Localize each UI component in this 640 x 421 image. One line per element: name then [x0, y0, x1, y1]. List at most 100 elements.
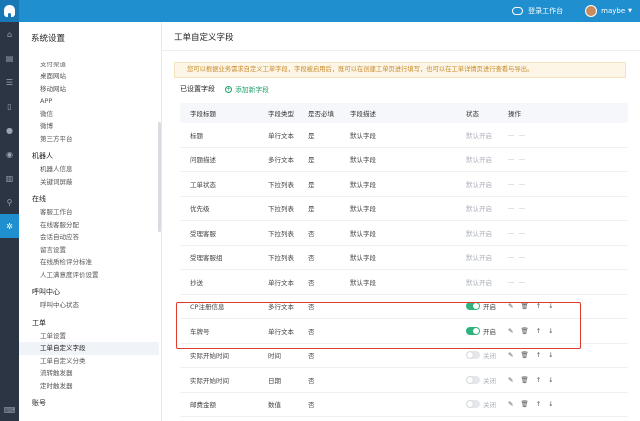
top-right-area: 登录工作台 maybe ▼ [512, 0, 632, 22]
workbench-link[interactable]: 登录工作台 [528, 6, 563, 16]
col-status-header: 状态 [466, 110, 479, 118]
delete-icon[interactable]: 🗑 [520, 376, 528, 384]
status-text: 默认开启 [466, 131, 492, 140]
search-icon[interactable]: ⚲ [0, 190, 19, 214]
toggle-knob [467, 401, 473, 408]
edit-icon[interactable]: ✎ [508, 327, 513, 335]
status-toggle[interactable] [466, 375, 480, 384]
sidebar-item[interactable]: 在线质检评分标准 [19, 256, 159, 269]
field-desc: 默认字段 [350, 229, 376, 238]
field-title: 实际开始时间 [190, 376, 229, 385]
main-panel: 工单自定义字段 您可以根据业务需求自定义工单字段，字段被启用后，既可以在创建工单… [162, 22, 640, 421]
sidebar-item[interactable]: 会话自动应答 [19, 231, 159, 244]
sidebar-item[interactable]: 工单自定义分类 [19, 355, 159, 368]
document-icon[interactable]: ▯ [0, 94, 19, 118]
status-toggle[interactable] [466, 326, 480, 335]
field-title: 邮费金额 [190, 401, 216, 410]
delete-icon[interactable]: 🗑 [520, 400, 528, 408]
sidebar-item[interactable]: APP [19, 95, 159, 108]
chart-icon[interactable]: ▥ [0, 166, 19, 190]
sidebar-item[interactable]: 第三方平台 [19, 133, 159, 146]
move-down-icon[interactable]: ↓ [548, 327, 553, 335]
status-toggle[interactable] [466, 351, 480, 360]
list-icon[interactable]: ☰ [0, 70, 19, 94]
edit-icon[interactable]: ✎ [508, 302, 513, 310]
sidebar-item[interactable]: 留言设置 [19, 244, 159, 257]
status-text: 默认开启 [466, 254, 492, 263]
sidebar-item[interactable]: 流转触发器 [19, 367, 159, 380]
user-icon[interactable]: ● [0, 118, 19, 142]
field-ops: ✎ 🗑 ↑ ↓ [508, 295, 554, 319]
field-type: 多行文本 [268, 303, 294, 312]
gear-icon[interactable]: ✲ [0, 214, 19, 238]
sidebar-title: 系统设置 [31, 34, 66, 44]
sidebar-item[interactable]: 桌面网站 [19, 70, 159, 83]
move-up-icon[interactable]: ↑ [536, 400, 541, 408]
edit-icon[interactable]: ✎ [508, 351, 513, 359]
field-type: 下拉列表 [268, 229, 294, 238]
sidebar-item[interactable]: 客服工作台 [19, 206, 159, 219]
sidebar-item[interactable]: 关键词屏蔽 [19, 176, 159, 189]
field-required: 否 [308, 401, 315, 410]
field-title: 问题描述 [190, 156, 216, 165]
add-field-link[interactable]: 添加新字段 [235, 84, 269, 94]
sidebar-item[interactable]: 人工满意度评价设置 [19, 269, 159, 282]
edit-icon[interactable]: ✎ [508, 376, 513, 384]
field-type: 数值 [268, 401, 281, 410]
home-icon[interactable]: ⌂ [0, 22, 19, 46]
field-status: 关闭 [466, 344, 496, 368]
field-ops: — — [508, 270, 526, 294]
move-up-icon[interactable]: ↑ [536, 302, 541, 310]
ops-placeholder: — — [508, 155, 527, 164]
ops-placeholder: — — [508, 277, 527, 286]
sidebar-item[interactable]: 定时触发器 [19, 380, 159, 393]
sidebar-group-label: 在线 [32, 195, 46, 203]
sidebar-item[interactable]: 在线客服分配 [19, 219, 159, 232]
team-icon[interactable]: ◉ [0, 142, 19, 166]
avatar[interactable] [585, 5, 598, 17]
sidebar-item[interactable]: 支付渠道 [19, 62, 159, 70]
delete-icon[interactable]: 🗑 [520, 351, 528, 359]
field-type: 单行文本 [268, 327, 294, 336]
move-down-icon[interactable]: ↓ [548, 376, 553, 384]
sidebar-item[interactable]: 机器人信息 [19, 163, 159, 176]
field-required: 否 [308, 254, 315, 263]
table-row: 标题 单行文本 是 默认字段 默认开启 — — [180, 123, 628, 148]
username[interactable]: maybe [601, 7, 625, 15]
sidebar-item[interactable]: 工单自定义字段 [19, 342, 159, 355]
keyboard-icon[interactable]: ⌨ [0, 399, 19, 421]
sidebar-item[interactable]: 微信 [19, 108, 159, 121]
sidebar-item[interactable]: 呼叫中心状态 [19, 299, 159, 312]
move-down-icon[interactable]: ↓ [548, 302, 553, 310]
sidebar-item[interactable]: 微博 [19, 120, 159, 133]
field-type: 下拉列表 [268, 205, 294, 214]
sidebar-item[interactable]: 移动网站 [19, 83, 159, 96]
chevron-down-icon[interactable]: ▼ [628, 8, 632, 14]
app-logo[interactable] [0, 0, 19, 22]
sidebar-item[interactable]: 工单设置 [19, 330, 159, 343]
status-text: 关闭 [483, 376, 496, 385]
divider [162, 50, 640, 51]
delete-icon[interactable]: 🗑 [520, 302, 528, 310]
edit-icon[interactable]: ✎ [508, 400, 513, 408]
move-up-icon[interactable]: ↑ [536, 351, 541, 359]
move-down-icon[interactable]: ↓ [548, 351, 553, 359]
move-up-icon[interactable]: ↑ [536, 327, 541, 335]
sidebar-group-label: 呼叫中心 [32, 288, 60, 296]
field-ops: — — [508, 221, 526, 245]
field-title: 实际开始时间 [190, 352, 229, 361]
col-title-header: 字段标题 [190, 110, 216, 118]
toggle-knob [467, 352, 473, 359]
settings-sidebar: 系统设置 支付渠道 桌面网站 移动网站 APP 微信 微博 第三方平台 机器人 机器人信息 关键词… [19, 22, 162, 421]
field-required: 否 [308, 376, 315, 385]
sidebar-scrollbar[interactable] [158, 122, 161, 232]
status-toggle[interactable] [466, 400, 480, 409]
status-toggle[interactable] [466, 302, 480, 311]
move-up-icon[interactable]: ↑ [536, 376, 541, 384]
field-title: 抄送 [190, 278, 203, 287]
field-status: 关闭 [466, 393, 496, 417]
inbox-icon[interactable]: ▤ [0, 46, 19, 70]
plus-circle-icon[interactable]: + [225, 85, 232, 93]
delete-icon[interactable]: 🗑 [520, 327, 528, 335]
move-down-icon[interactable]: ↓ [548, 400, 553, 408]
